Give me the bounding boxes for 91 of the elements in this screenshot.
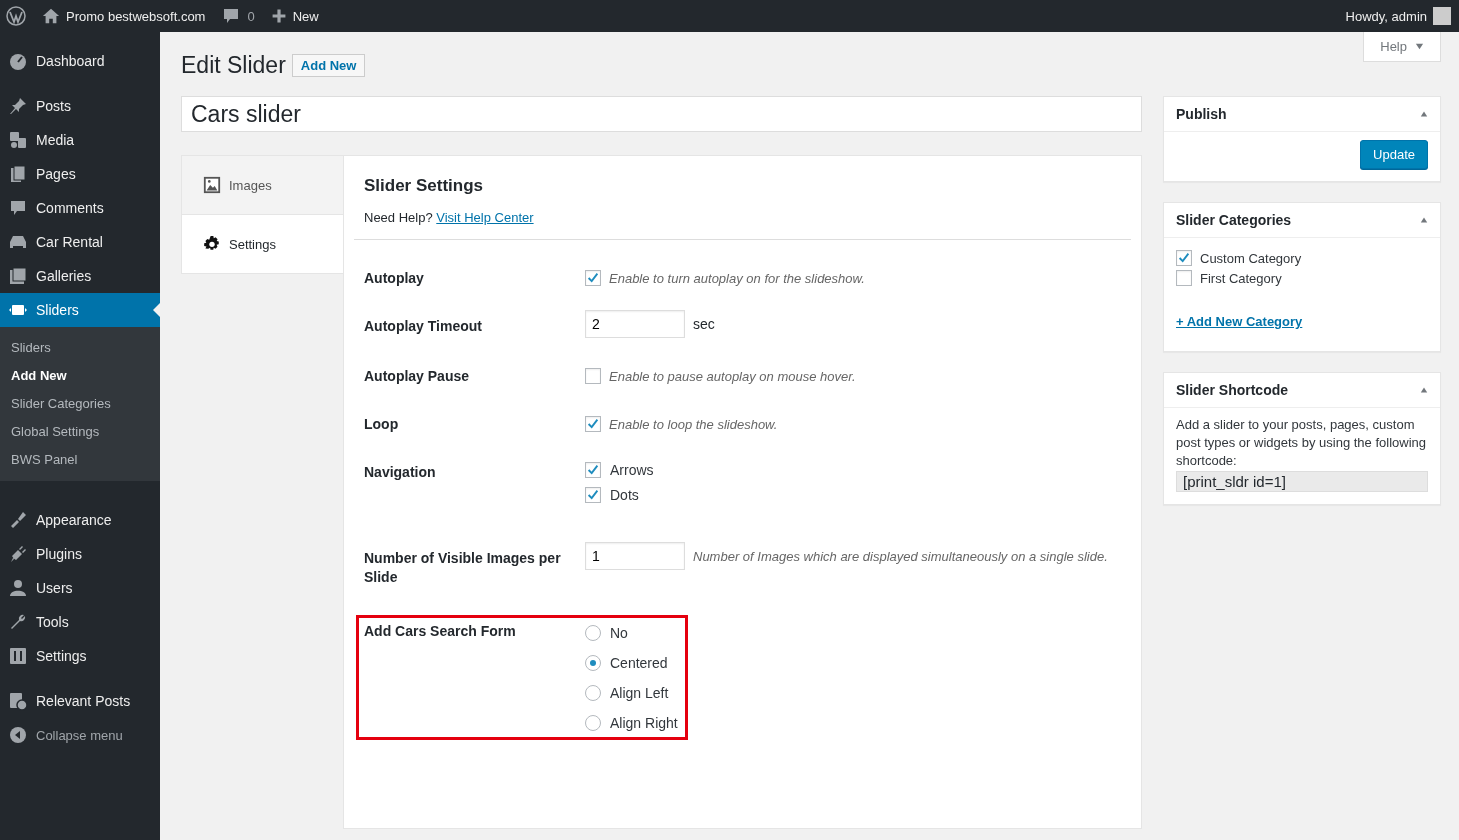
setting-description: Enable to pause autoplay on mouse hover.	[609, 368, 856, 384]
add-category-link[interactable]: + Add New Category	[1176, 314, 1303, 329]
option-label: No	[610, 625, 628, 641]
menu-item[interactable]: Pages	[0, 157, 160, 191]
submenu-item[interactable]: Slider Categories	[0, 390, 160, 418]
checkbox[interactable]	[585, 416, 601, 432]
checkbox[interactable]	[585, 462, 601, 478]
plus-icon	[270, 8, 287, 24]
setting-label: Navigation	[364, 463, 437, 482]
checkbox[interactable]	[585, 368, 601, 384]
radio-button[interactable]	[585, 625, 601, 641]
setting-label: Number of Visible Images per Slide	[364, 549, 562, 587]
gallery-icon	[8, 266, 28, 286]
setting-label: Loop	[364, 415, 400, 434]
checkbox[interactable]	[585, 487, 601, 503]
checkbox[interactable]	[585, 270, 601, 286]
menu-item[interactable]: Sliders	[0, 293, 160, 327]
submenu-item[interactable]: BWS Panel	[0, 446, 160, 474]
menu-item[interactable]: Relevant Posts	[0, 684, 160, 718]
menu-item[interactable]: Dashboard	[0, 44, 160, 78]
media-icon	[8, 130, 28, 150]
radio-button[interactable]	[585, 655, 601, 671]
menu-item[interactable]: Galleries	[0, 259, 160, 293]
setting-label: Add Cars Search Form	[364, 622, 517, 641]
user-icon	[8, 578, 28, 598]
option-label: Align Right	[610, 715, 678, 731]
setting-label: Autoplay Pause	[364, 367, 471, 386]
tab[interactable]: Images	[181, 155, 343, 215]
menu-item[interactable]: Media	[0, 123, 160, 157]
setting-label: Autoplay	[364, 269, 425, 288]
menu-item[interactable]: Comments	[0, 191, 160, 225]
option-label: Dots	[610, 487, 639, 503]
comment-count[interactable]: 0	[247, 8, 255, 24]
number-field[interactable]: 1	[585, 542, 685, 570]
submenu-item[interactable]: Sliders	[0, 334, 160, 362]
collapse-toggle-icon[interactable]	[1420, 386, 1428, 394]
gear-icon	[203, 235, 221, 253]
collapse-toggle-icon[interactable]	[1420, 110, 1428, 118]
help-text: Need Help? Visit Help Center	[364, 210, 535, 225]
setting-description: Number of Images which are displayed simultaneously on a single slide.	[693, 548, 1108, 564]
image-icon	[203, 176, 221, 194]
new-link[interactable]: New	[292, 8, 319, 24]
menu-item[interactable]: Appearance	[0, 503, 160, 537]
box-title: Slider Categories	[1176, 212, 1292, 228]
unit-label: sec	[693, 316, 715, 332]
option-label: Arrows	[610, 462, 654, 478]
document-link-icon	[8, 691, 28, 711]
number-field[interactable]: 2	[585, 310, 685, 338]
setting-label: Autoplay Timeout	[364, 317, 483, 336]
menu-item[interactable]: Posts	[0, 89, 160, 123]
menu-item[interactable]: Settings	[0, 639, 160, 673]
collapse-menu-button[interactable]: Collapse menu	[0, 718, 160, 752]
section-heading: Slider Settings	[364, 176, 485, 196]
page-title: Edit Slider	[181, 51, 286, 79]
help-button[interactable]: Help	[1363, 32, 1441, 62]
gauge-icon	[8, 51, 28, 71]
caret-icon	[1415, 42, 1424, 51]
site-name-link[interactable]: Promo bestwebsoft.com	[66, 8, 206, 24]
pages-icon	[8, 164, 28, 184]
option-label: Align Left	[610, 685, 669, 701]
menu-item[interactable]: Car Rental	[0, 225, 160, 259]
category-label: First Category	[1200, 270, 1282, 286]
box-title: Slider Shortcode	[1176, 382, 1289, 398]
wordpress-logo-icon[interactable]	[6, 6, 26, 26]
submenu-item[interactable]: Global Settings	[0, 418, 160, 446]
sliders-icon	[8, 646, 28, 666]
help-center-link[interactable]: Visit Help Center	[436, 210, 534, 225]
greeting-link[interactable]: Howdy, admin	[1345, 8, 1427, 24]
setting-description: Enable to loop the slideshow.	[609, 416, 778, 432]
update-button[interactable]: Update	[1360, 140, 1428, 169]
tab[interactable]: Settings	[181, 215, 343, 274]
plug-icon	[8, 544, 28, 564]
slider-title-field[interactable]: Cars slider	[181, 96, 1142, 132]
category-label: Custom Category	[1200, 250, 1302, 266]
radio-button[interactable]	[585, 715, 601, 731]
menu-item[interactable]: Tools	[0, 605, 160, 639]
submenu-item[interactable]: Add New	[0, 362, 160, 390]
home-icon	[42, 7, 60, 25]
radio-button[interactable]	[585, 685, 601, 701]
add-new-button[interactable]: Add New	[291, 53, 366, 77]
checkbox[interactable]	[1176, 250, 1192, 266]
option-label: Centered	[610, 655, 668, 671]
setting-description: Enable to turn autoplay on for the slideshow.	[609, 270, 865, 286]
shortcode-field[interactable]: [print_sldr id=1]	[1176, 471, 1428, 492]
collapse-toggle-icon[interactable]	[1420, 216, 1428, 224]
checkbox[interactable]	[1176, 270, 1192, 286]
pin-icon	[8, 96, 28, 116]
box-title: Publish	[1176, 106, 1227, 122]
menu-item[interactable]: Users	[0, 571, 160, 605]
shortcode-description: Add a slider to your posts, pages, custom post types or widgets by using the following shortcode:	[1176, 416, 1428, 470]
menu-item[interactable]: Plugins	[0, 537, 160, 571]
